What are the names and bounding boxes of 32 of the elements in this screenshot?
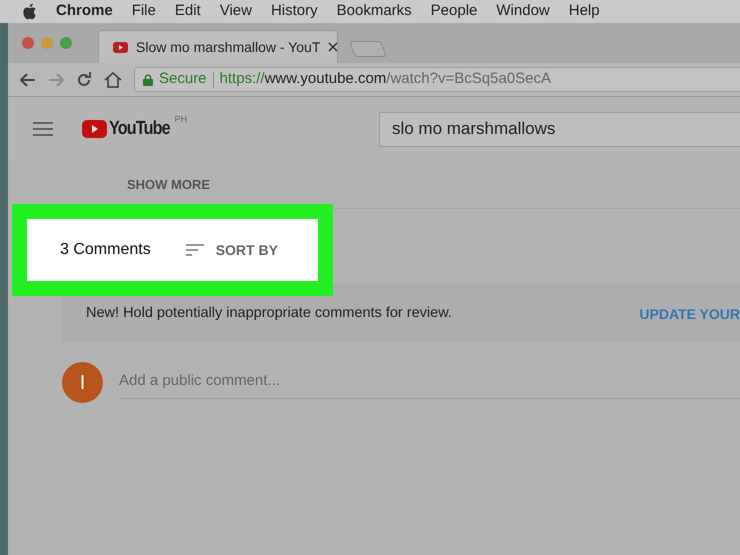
sort-icon (186, 244, 204, 256)
menu-item[interactable]: History (270, 0, 318, 23)
apple-icon[interactable] (22, 3, 37, 20)
close-icon[interactable] (328, 42, 338, 52)
menu-item[interactable]: View (220, 0, 252, 23)
menu-item[interactable]: Edit (174, 0, 201, 23)
address-bar[interactable]: Secure https://www.youtube.com/watch?v=BcSq5a0SecA (134, 67, 740, 92)
comment-input[interactable]: Add a public comment... (119, 370, 740, 400)
app-menu[interactable]: Chrome (56, 0, 113, 23)
menu-item[interactable]: Help (568, 0, 600, 23)
menu-item[interactable]: File (132, 0, 156, 23)
secure-label: Secure (159, 69, 207, 90)
sort-button[interactable]: SORT BY (186, 240, 278, 260)
menu-item[interactable]: Bookmarks (336, 0, 412, 23)
menu-icon[interactable] (33, 122, 53, 136)
url-text: https://www.youtube.com/watch?v=BcSq5a0SecA (220, 69, 551, 90)
youtube-logo[interactable]: YouTube PH (82, 114, 187, 144)
avatar: I (62, 362, 103, 403)
play-logo-icon (113, 42, 128, 52)
browser-tab[interactable]: Slow mo marshmallow - YouT (98, 30, 338, 63)
tab-title: Slow mo marshmallow - YouT (136, 38, 320, 56)
menu-item[interactable]: Window (496, 0, 550, 23)
menu-item[interactable]: People (430, 0, 478, 23)
close-window-icon[interactable] (22, 37, 34, 49)
reload-icon[interactable] (76, 72, 92, 88)
lock-icon (143, 74, 153, 86)
show-more-link[interactable]: SHOW MORE (127, 174, 210, 194)
comment-count: 3 Comments (60, 240, 151, 260)
home-icon[interactable] (104, 72, 122, 88)
search-field[interactable]: slo mo marshmallows (378, 112, 740, 146)
back-icon[interactable] (20, 72, 36, 86)
notice-text: New! Hold potentially inappropriate comments for review. (86, 304, 452, 324)
